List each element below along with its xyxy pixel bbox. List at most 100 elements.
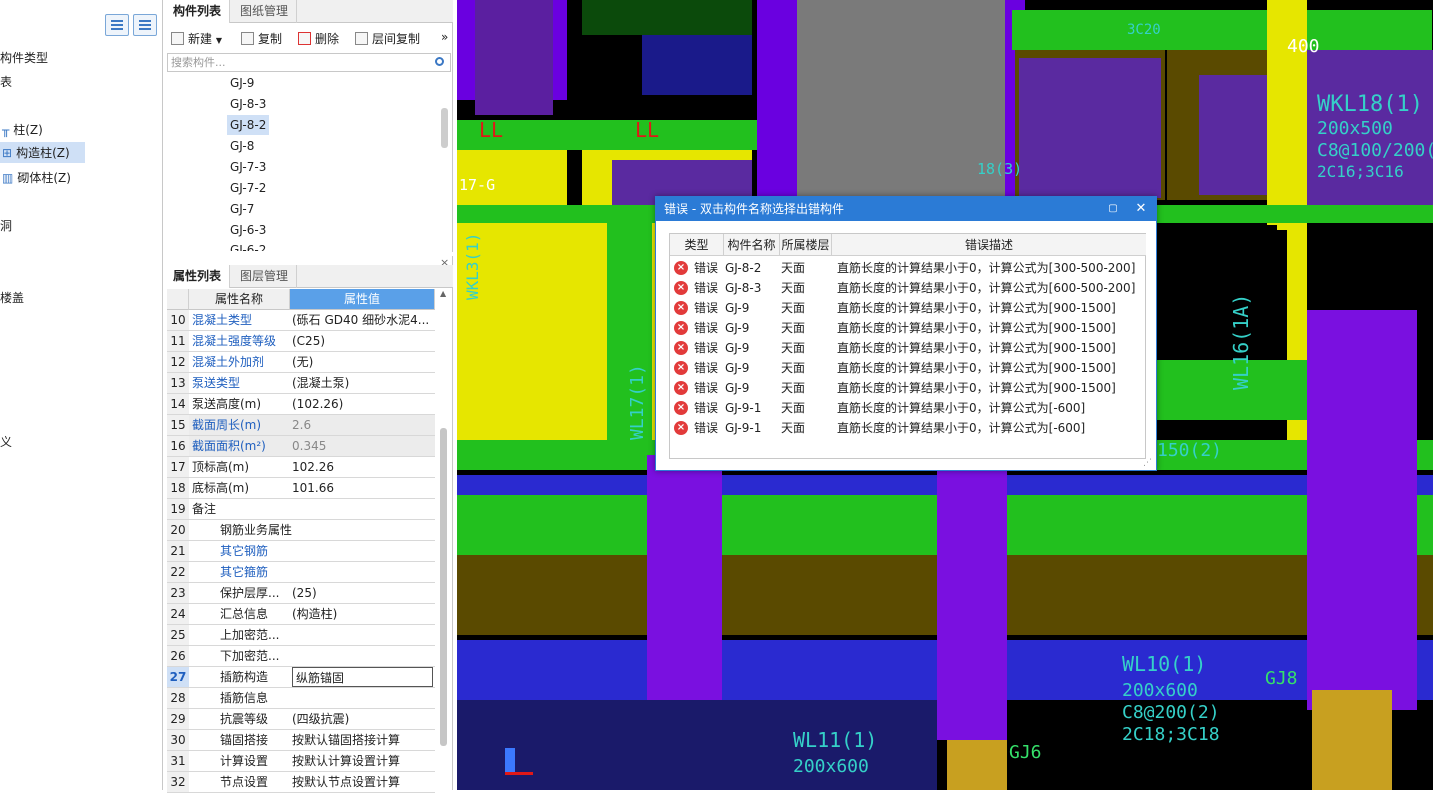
component-search-input[interactable]: 搜索构件... bbox=[167, 53, 451, 72]
property-row[interactable]: 31 计算设置 按默认计算设置计算 bbox=[167, 751, 435, 772]
tree-item-type[interactable]: 构件类型 bbox=[0, 49, 48, 66]
error-dialog-titlebar[interactable]: 错误 - 双击构件名称选择出错构件 ▢ ✕ bbox=[656, 197, 1156, 221]
property-value[interactable]: 101.66 bbox=[292, 478, 433, 498]
scroll-up-icon[interactable]: ▲ bbox=[440, 289, 446, 298]
property-row[interactable]: 17 顶标高(m) 102.26 bbox=[167, 457, 435, 478]
list-view-button[interactable] bbox=[105, 14, 129, 36]
error-row[interactable]: × 错误 GJ-9 天面 直筋长度的计算结果小于0，计算公式为[900-1500] bbox=[670, 378, 1146, 398]
property-row[interactable]: 19 备注 bbox=[167, 499, 435, 520]
delete-button[interactable]: 删除 bbox=[298, 30, 339, 47]
tree-item-table[interactable]: 表 bbox=[0, 73, 12, 90]
cad-column bbox=[757, 0, 797, 200]
tree-item-constructional-column[interactable]: ⊞ 构造柱(Z) bbox=[0, 142, 85, 163]
error-row[interactable]: × 错误 GJ-8-2 天面 直筋长度的计算结果小于0，计算公式为[300-500-20… bbox=[670, 258, 1146, 278]
error-name[interactable]: GJ-9-1 bbox=[725, 398, 761, 418]
error-row[interactable]: × 错误 GJ-9 天面 直筋长度的计算结果小于0，计算公式为[900-1500] bbox=[670, 298, 1146, 318]
list-item[interactable]: GJ-8 bbox=[227, 136, 257, 156]
property-row[interactable]: 11 混凝土强度等级 (C25) bbox=[167, 331, 435, 352]
col-type[interactable]: 类型 bbox=[670, 234, 724, 256]
error-name[interactable]: GJ-9 bbox=[725, 338, 749, 358]
tree-item-custom[interactable]: 义 bbox=[0, 433, 12, 450]
property-value[interactable]: (构造柱) bbox=[292, 604, 433, 624]
new-button[interactable]: 新建 ▼ bbox=[171, 30, 222, 47]
property-value[interactable]: (四级抗震) bbox=[292, 709, 433, 729]
property-value[interactable]: 按默认计算设置计算 bbox=[292, 751, 433, 771]
more-icon[interactable]: » bbox=[441, 30, 448, 44]
property-row[interactable]: 10 混凝土类型 (砾石 GD40 细砂水泥4... bbox=[167, 310, 435, 331]
error-row[interactable]: × 错误 GJ-9 天面 直筋长度的计算结果小于0，计算公式为[900-1500] bbox=[670, 318, 1146, 338]
error-name[interactable]: GJ-9-1 bbox=[725, 418, 761, 438]
resize-grip-icon[interactable]: ⋰ bbox=[1143, 458, 1152, 468]
property-value[interactable]: 按默认节点设置计算 bbox=[292, 772, 433, 792]
property-scrollbar[interactable] bbox=[440, 428, 447, 746]
tab-drawing-management[interactable]: 图纸管理 bbox=[232, 0, 298, 23]
property-row[interactable]: 14 泵送高度(m) (102.26) bbox=[167, 394, 435, 415]
property-value[interactable]: (C25) bbox=[292, 331, 433, 351]
tab-property-list[interactable]: 属性列表 bbox=[165, 265, 231, 288]
cad-column bbox=[937, 455, 1007, 740]
property-row[interactable]: 22 其它箍筋 bbox=[167, 562, 435, 583]
error-name[interactable]: GJ-8-3 bbox=[725, 278, 761, 298]
property-row[interactable]: −20钢筋业务属性 bbox=[167, 520, 435, 541]
list-item[interactable]: GJ-6-2 bbox=[227, 241, 269, 251]
property-value[interactable]: 纵筋锚固 bbox=[292, 667, 433, 687]
search-icon[interactable] bbox=[435, 57, 444, 66]
floor-copy-button[interactable]: 层间复制 bbox=[355, 30, 420, 47]
list-item[interactable]: GJ-8-3 bbox=[227, 94, 269, 114]
col-description[interactable]: 错误描述 bbox=[832, 234, 1146, 256]
tree-item-masonry-column[interactable]: ▥ 砌体柱(Z) bbox=[2, 169, 71, 186]
property-row[interactable]: 24 汇总信息 (构造柱) bbox=[167, 604, 435, 625]
error-row[interactable]: × 错误 GJ-9-1 天面 直筋长度的计算结果小于0，计算公式为[-600] bbox=[670, 398, 1146, 418]
property-value[interactable]: (砾石 GD40 细砂水泥4... bbox=[292, 310, 433, 330]
maximize-icon[interactable]: ▢ bbox=[1100, 197, 1126, 221]
list-item[interactable]: GJ-9 bbox=[227, 73, 257, 93]
property-value[interactable]: 2.6 bbox=[292, 415, 433, 435]
list-item-selected[interactable]: GJ-8-2 bbox=[227, 115, 270, 135]
error-row[interactable]: × 错误 GJ-9-1 天面 直筋长度的计算结果小于0，计算公式为[-600] bbox=[670, 418, 1146, 438]
error-row[interactable]: × 错误 GJ-8-3 天面 直筋长度的计算结果小于0，计算公式为[600-500-20… bbox=[670, 278, 1146, 298]
tab-layer-management[interactable]: 图层管理 bbox=[232, 265, 298, 288]
error-name[interactable]: GJ-9 bbox=[725, 298, 749, 318]
error-desc: 直筋长度的计算结果小于0，计算公式为[-600] bbox=[837, 401, 1086, 415]
error-row[interactable]: × 错误 GJ-9 天面 直筋长度的计算结果小于0，计算公式为[900-1500] bbox=[670, 358, 1146, 378]
property-value[interactable]: 0.345 bbox=[292, 436, 433, 456]
property-row[interactable]: 15 截面周长(m) 2.6 bbox=[167, 415, 435, 436]
property-value[interactable]: (102.26) bbox=[292, 394, 433, 414]
property-value[interactable]: 按默认锚固搭接计算 bbox=[292, 730, 433, 750]
property-row[interactable]: 12 混凝土外加剂 (无) bbox=[167, 352, 435, 373]
property-row[interactable]: 25 上加密范... bbox=[167, 625, 435, 646]
error-name[interactable]: GJ-8-2 bbox=[725, 258, 761, 278]
list-item[interactable]: GJ-7-2 bbox=[227, 178, 269, 198]
error-name[interactable]: GJ-9 bbox=[725, 358, 749, 378]
property-value[interactable]: 102.26 bbox=[292, 457, 433, 477]
tree-item-column[interactable]: ╥ 柱(Z) bbox=[2, 121, 43, 138]
error-name[interactable]: GJ-9 bbox=[725, 318, 749, 338]
tab-component-list[interactable]: 构件列表 bbox=[165, 0, 231, 23]
copy-button[interactable]: 复制 bbox=[241, 30, 282, 47]
property-value[interactable]: (25) bbox=[292, 583, 433, 603]
close-icon[interactable]: ✕ bbox=[1128, 197, 1154, 221]
property-value[interactable]: (混凝土泵) bbox=[292, 373, 433, 393]
property-row[interactable]: 29 抗震等级 (四级抗震) bbox=[167, 709, 435, 730]
property-row[interactable]: 27 插筋构造 纵筋锚固 bbox=[167, 667, 435, 688]
tree-item-opening[interactable]: 洞 bbox=[0, 217, 12, 234]
detail-view-button[interactable] bbox=[133, 14, 157, 36]
property-row[interactable]: 16 截面面积(m²) 0.345 bbox=[167, 436, 435, 457]
property-row[interactable]: 18 底标高(m) 101.66 bbox=[167, 478, 435, 499]
property-row[interactable]: 23 保护层厚... (25) bbox=[167, 583, 435, 604]
component-list-scrollbar[interactable] bbox=[441, 108, 448, 148]
list-item[interactable]: GJ-7-3 bbox=[227, 157, 269, 177]
error-name[interactable]: GJ-9 bbox=[725, 378, 749, 398]
col-floor[interactable]: 所属楼层 bbox=[780, 234, 832, 256]
col-component-name[interactable]: 构件名称 bbox=[724, 234, 780, 256]
list-item[interactable]: GJ-6-3 bbox=[227, 220, 269, 240]
property-row[interactable]: 13 泵送类型 (混凝土泵) bbox=[167, 373, 435, 394]
property-row[interactable]: 30 锚固搭接 按默认锚固搭接计算 bbox=[167, 730, 435, 751]
property-row[interactable]: 28 插筋信息 bbox=[167, 688, 435, 709]
property-row[interactable]: 26 下加密范... bbox=[167, 646, 435, 667]
tree-item-floor-slab[interactable]: 楼盖 bbox=[0, 289, 24, 306]
list-item[interactable]: GJ-7 bbox=[227, 199, 257, 219]
error-row[interactable]: × 错误 GJ-9 天面 直筋长度的计算结果小于0，计算公式为[900-1500] bbox=[670, 338, 1146, 358]
property-row[interactable]: 21 其它钢筋 bbox=[167, 541, 435, 562]
property-value[interactable]: (无) bbox=[292, 352, 433, 372]
